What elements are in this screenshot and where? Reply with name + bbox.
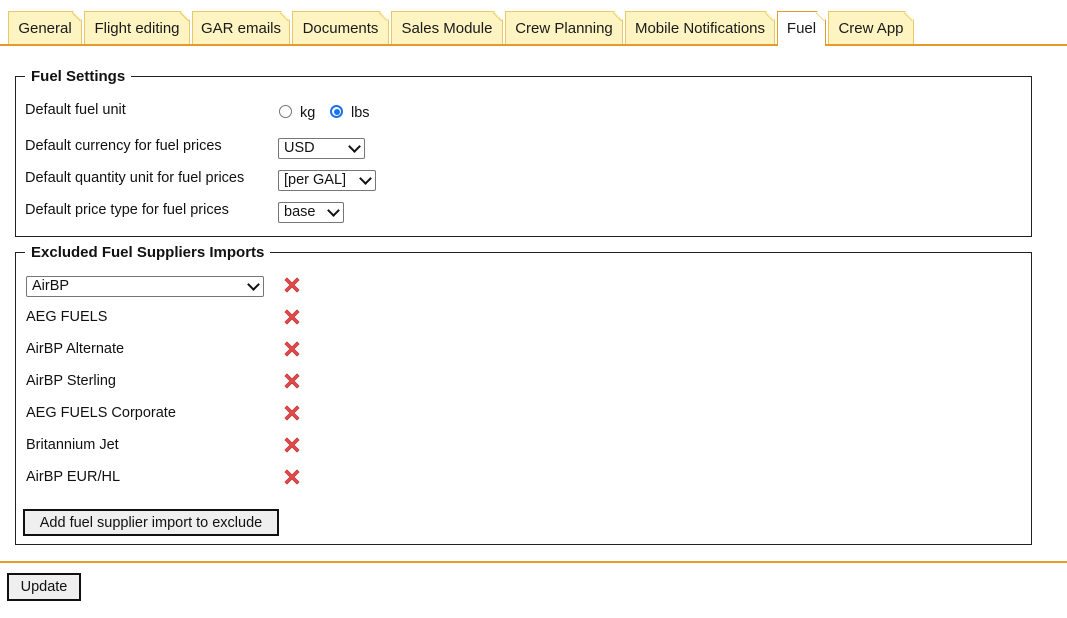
fuel-unit-lbs-label[interactable]: lbs (351, 105, 370, 121)
fuel-unit-kg-radio[interactable] (279, 105, 292, 118)
supplier-item-label: AEG FUELS Corporate (26, 405, 176, 421)
default-fuel-unit-label: Default fuel unit (25, 102, 126, 118)
tab-label: General (18, 20, 72, 37)
chevron-down-icon (359, 172, 372, 185)
fuel-unit-kg-label[interactable]: kg (300, 105, 315, 121)
tab-bar: General Flight editing GAR emails Docume… (0, 0, 1067, 45)
tab-general[interactable]: General (8, 11, 82, 44)
delete-icon[interactable] (282, 403, 302, 423)
tab-label: Mobile Notifications (634, 20, 766, 37)
delete-icon[interactable] (282, 435, 302, 455)
currency-select-value: USD (284, 140, 315, 156)
chevron-down-icon (348, 140, 361, 153)
tab-label: GAR emails (200, 20, 282, 37)
tab-documents[interactable]: Documents (292, 11, 389, 44)
tab-label: Crew App (838, 20, 904, 37)
default-price-type-label: Default price type for fuel prices (25, 202, 229, 218)
update-button[interactable]: Update (7, 573, 81, 601)
supplier-item-label: AirBP Alternate (26, 341, 125, 357)
fuel-unit-lbs-radio[interactable] (330, 105, 343, 118)
quantity-unit-select[interactable]: [per GAL] (278, 170, 376, 191)
section-divider (0, 561, 1067, 563)
currency-select[interactable]: USD (278, 138, 365, 159)
delete-icon[interactable] (282, 339, 302, 359)
tab-fuel[interactable]: Fuel (777, 11, 826, 46)
supplier-item-label: AEG FUELS (26, 309, 108, 325)
tab-label: Documents (302, 20, 379, 37)
excluded-suppliers-legend: Excluded Fuel Suppliers Imports (31, 244, 265, 261)
tab-sales-module[interactable]: Sales Module (391, 11, 503, 44)
add-excluded-supplier-button[interactable]: Add fuel supplier import to exclude (23, 509, 279, 536)
tab-label: Crew Planning (515, 20, 613, 37)
delete-icon[interactable] (282, 275, 302, 295)
tab-mobile-notifications[interactable]: Mobile Notifications (625, 11, 775, 44)
tab-flight-editing[interactable]: Flight editing (84, 11, 190, 44)
tab-gar-emails[interactable]: GAR emails (192, 11, 290, 44)
price-type-select-value: base (284, 204, 316, 220)
chevron-down-icon (327, 204, 340, 217)
tab-underline (0, 44, 1067, 46)
tab-label: Flight editing (94, 20, 180, 37)
supplier-select-value: AirBP (32, 278, 70, 294)
tab-label: Fuel (786, 20, 817, 37)
supplier-select[interactable]: AirBP (26, 276, 264, 297)
tab-crew-planning[interactable]: Crew Planning (505, 11, 623, 44)
supplier-item-label: AirBP EUR/HL (26, 469, 121, 485)
chevron-down-icon (247, 278, 260, 291)
supplier-item-label: AirBP Sterling (26, 373, 116, 389)
delete-icon[interactable] (282, 467, 302, 487)
tab-crew-app[interactable]: Crew App (828, 11, 914, 44)
quantity-unit-select-value: [per GAL] (284, 172, 347, 188)
tab-label: Sales Module (401, 20, 493, 37)
fuel-settings-legend: Fuel Settings (31, 68, 126, 85)
default-quantity-unit-label: Default quantity unit for fuel prices (25, 170, 245, 186)
supplier-item-label: Britannium Jet (26, 437, 119, 453)
default-currency-label: Default currency for fuel prices (25, 138, 222, 154)
delete-icon[interactable] (282, 307, 302, 327)
delete-icon[interactable] (282, 371, 302, 391)
price-type-select[interactable]: base (278, 202, 344, 223)
